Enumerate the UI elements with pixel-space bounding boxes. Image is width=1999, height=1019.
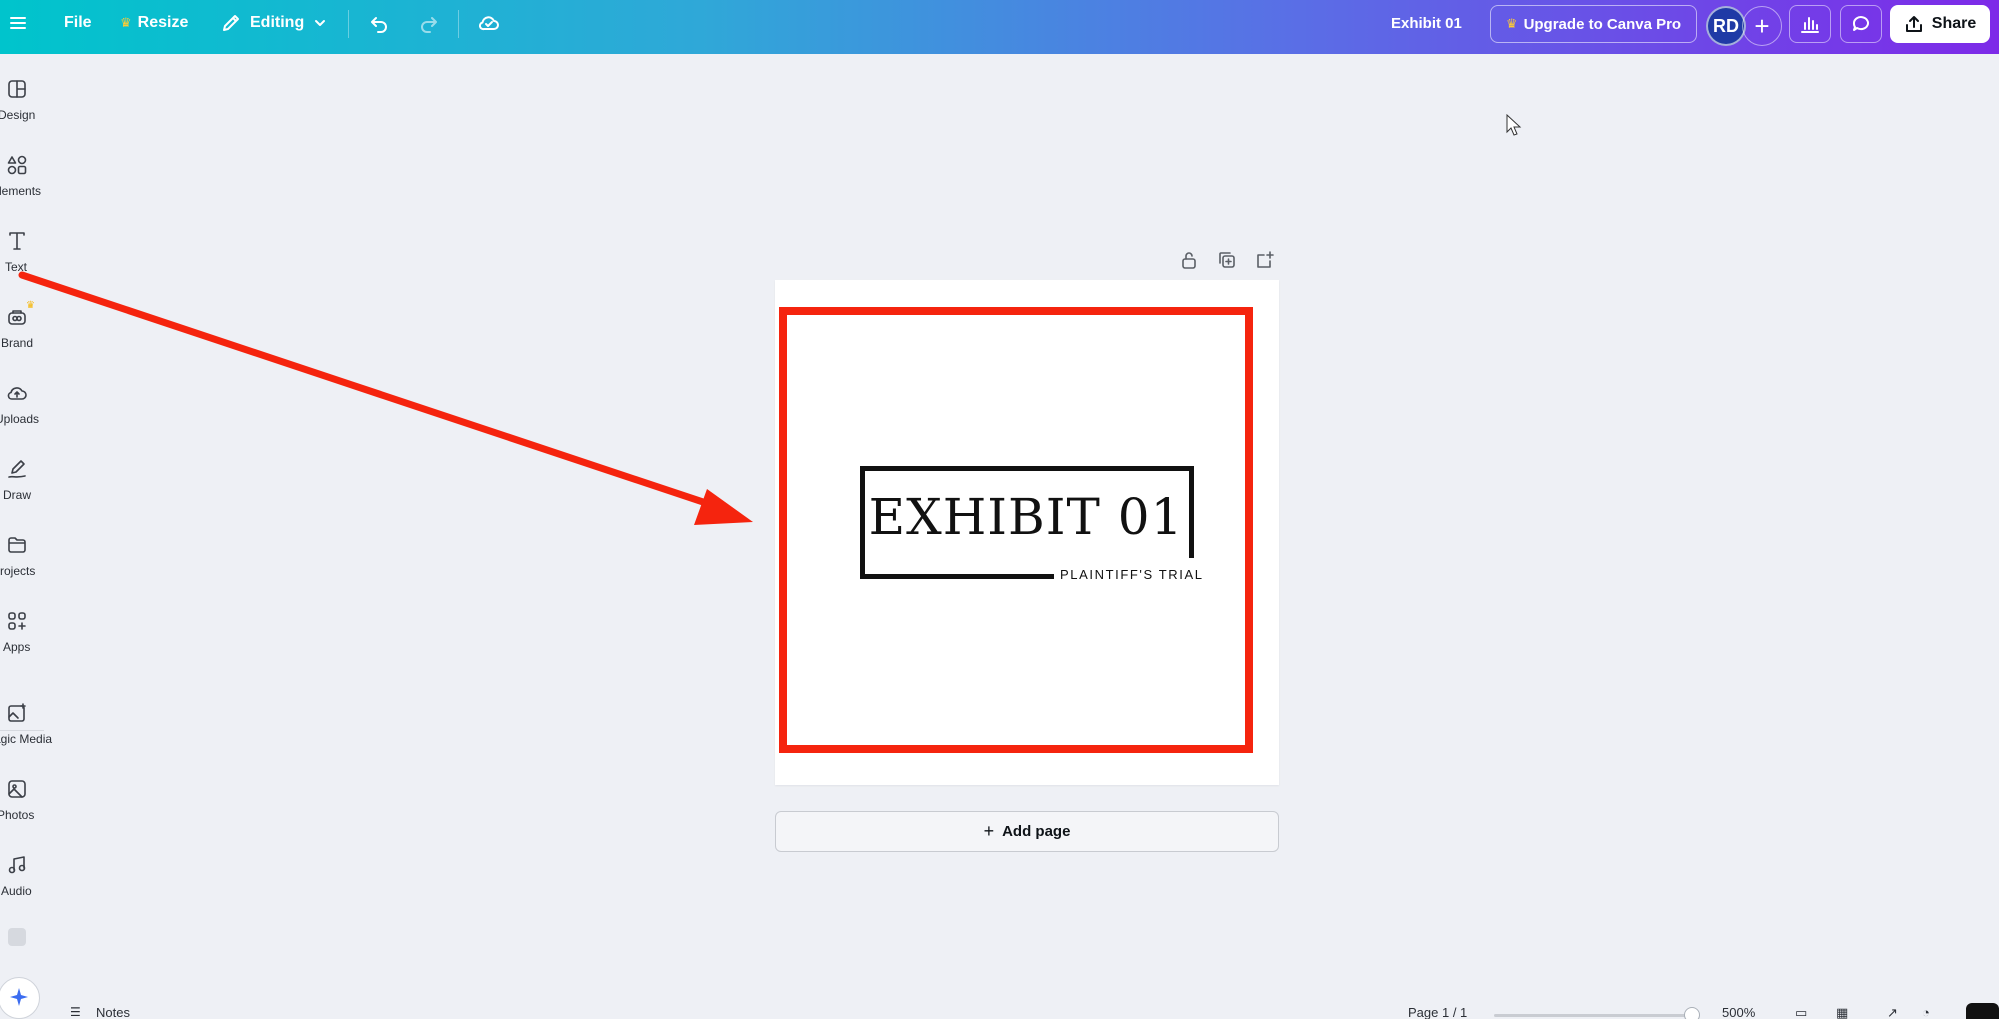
page-view-icon[interactable]: ▭ <box>1795 1005 1807 1019</box>
grid-view-icon[interactable]: ▦ <box>1836 1005 1848 1019</box>
red-arrow-annotation <box>18 271 753 525</box>
help-button[interactable] <box>1966 1003 1999 1019</box>
mouse-cursor-icon <box>1506 114 1522 136</box>
fullscreen-icon[interactable]: ↗ <box>1887 1005 1898 1019</box>
check-status-icon[interactable]: ◔ <box>1922 1005 1930 1019</box>
zoom-slider-handle[interactable] <box>1684 1007 1700 1019</box>
page-indicator[interactable]: Page 1 / 1 <box>1408 1005 1467 1019</box>
zoom-slider[interactable] <box>1494 1014 1689 1017</box>
zoom-level[interactable]: 500% <box>1722 1005 1755 1019</box>
notes-icon[interactable]: ☰ <box>70 1005 81 1019</box>
notes-button[interactable]: Notes <box>96 1005 130 1019</box>
